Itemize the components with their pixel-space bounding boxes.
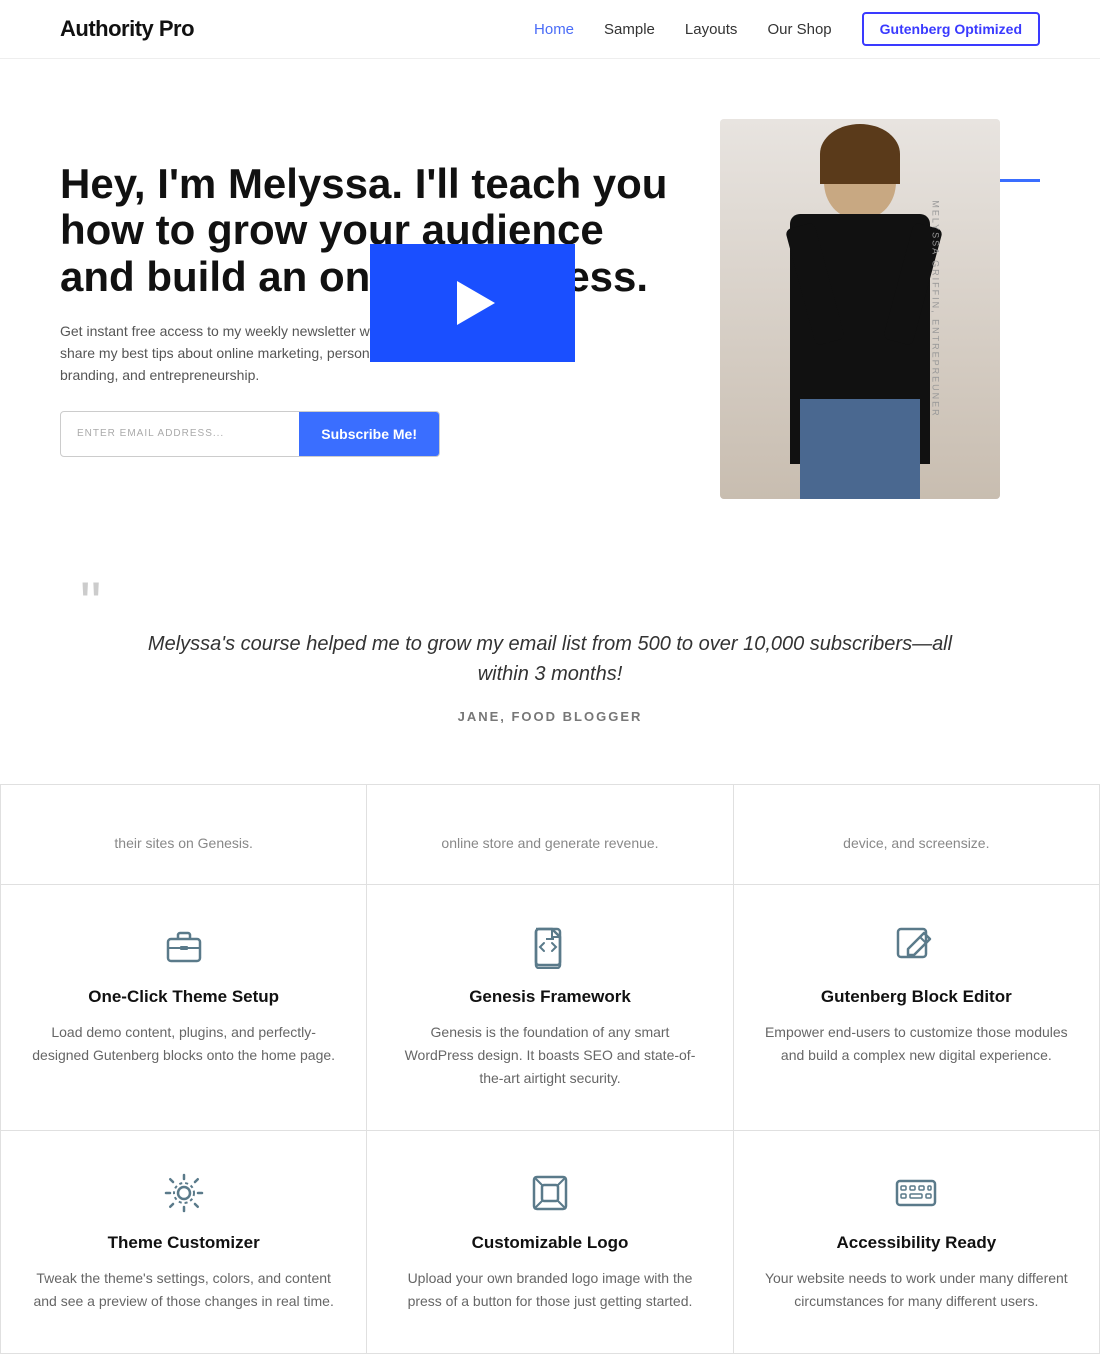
feature-desc-one-click: Load demo content, plugins, and perfectl…: [31, 1021, 336, 1067]
subscribe-button[interactable]: Subscribe Me!: [299, 412, 439, 456]
video-play-button[interactable]: [370, 244, 575, 362]
keyboard-icon: [894, 1171, 938, 1215]
feature-card-one-click-theme: One-Click Theme Setup Load demo content,…: [1, 885, 367, 1131]
quote-section: " Melyssa's course helped me to grow my …: [0, 539, 1100, 764]
feature-card-genesis: Genesis Framework Genesis is the foundat…: [367, 885, 733, 1131]
feature-title-logo: Customizable Logo: [472, 1233, 629, 1253]
feature-title-genesis: Genesis Framework: [469, 987, 631, 1007]
quote-author: JANE, FOOD BLOGGER: [458, 709, 643, 724]
play-icon: [457, 281, 495, 325]
email-signup-form: ENTER EMAIL ADDRESS... Subscribe Me!: [60, 411, 440, 457]
feature-title-customizer: Theme Customizer: [108, 1233, 260, 1253]
feature-card-gutenberg: Gutenberg Block Editor Empower end-users…: [734, 885, 1100, 1131]
partial-text-1: their sites on Genesis.: [114, 832, 253, 854]
hero-image-container: MELYSSA GRIFFIN, ENTREPREUNER: [720, 119, 1040, 499]
image-caption: MELYSSA GRIFFIN, ENTREPREUNER: [930, 200, 940, 417]
edit-icon: [894, 925, 938, 969]
features-grid: their sites on Genesis. online store and…: [0, 784, 1100, 1354]
feature-card-partial-3: device, and screensize.: [734, 785, 1100, 885]
feature-desc-accessibility: Your website needs to work under many di…: [764, 1267, 1069, 1313]
nav-home[interactable]: Home: [534, 21, 574, 38]
feature-title-accessibility: Accessibility Ready: [836, 1233, 996, 1253]
feature-card-accessibility: Accessibility Ready Your website needs t…: [734, 1131, 1100, 1354]
feature-desc-gutenberg: Empower end-users to customize those mod…: [764, 1021, 1069, 1067]
nav-sample[interactable]: Sample: [604, 21, 655, 38]
briefcase-icon: [162, 925, 206, 969]
nav-layouts[interactable]: Layouts: [685, 21, 738, 38]
header: Authority Pro Home Sample Layouts Our Sh…: [0, 0, 1100, 59]
email-placeholder-label[interactable]: ENTER EMAIL ADDRESS...: [61, 414, 299, 453]
gutenberg-optimized-button[interactable]: Gutenberg Optimized: [862, 12, 1040, 46]
feature-desc-customizer: Tweak the theme's settings, colors, and …: [31, 1267, 336, 1313]
person-placeholder: MELYSSA GRIFFIN, ENTREPREUNER: [720, 119, 1000, 499]
partial-text-2: online store and generate revenue.: [441, 832, 658, 854]
partial-text-3: device, and screensize.: [843, 832, 989, 854]
feature-desc-logo: Upload your own branded logo image with …: [397, 1267, 702, 1313]
person-hair: [820, 124, 900, 184]
code-file-icon: [528, 925, 572, 969]
quote-mark-icon: ": [80, 589, 101, 619]
nav-our-shop[interactable]: Our Shop: [767, 21, 831, 38]
feature-card-logo: Customizable Logo Upload your own brande…: [367, 1131, 733, 1354]
gear-icon: [162, 1171, 206, 1215]
quote-text: Melyssa's course helped me to grow my em…: [120, 629, 980, 689]
feature-desc-genesis: Genesis is the foundation of any smart W…: [397, 1021, 702, 1090]
feature-card-customizer: Theme Customizer Tweak the theme's setti…: [1, 1131, 367, 1354]
feature-title-gutenberg: Gutenberg Block Editor: [821, 987, 1012, 1007]
hero-person-image: MELYSSA GRIFFIN, ENTREPREUNER: [720, 119, 1000, 499]
logo-icon: [528, 1171, 572, 1215]
hero-section: Hey, I'm Melyssa. I'll teach you how to …: [0, 59, 1100, 539]
person-jeans: [800, 399, 920, 499]
feature-card-partial-1: their sites on Genesis.: [1, 785, 367, 885]
site-logo[interactable]: Authority Pro: [60, 16, 194, 42]
feature-title-one-click: One-Click Theme Setup: [88, 987, 279, 1007]
main-nav: Home Sample Layouts Our Shop Gutenberg O…: [534, 12, 1040, 46]
feature-card-partial-2: online store and generate revenue.: [367, 785, 733, 885]
